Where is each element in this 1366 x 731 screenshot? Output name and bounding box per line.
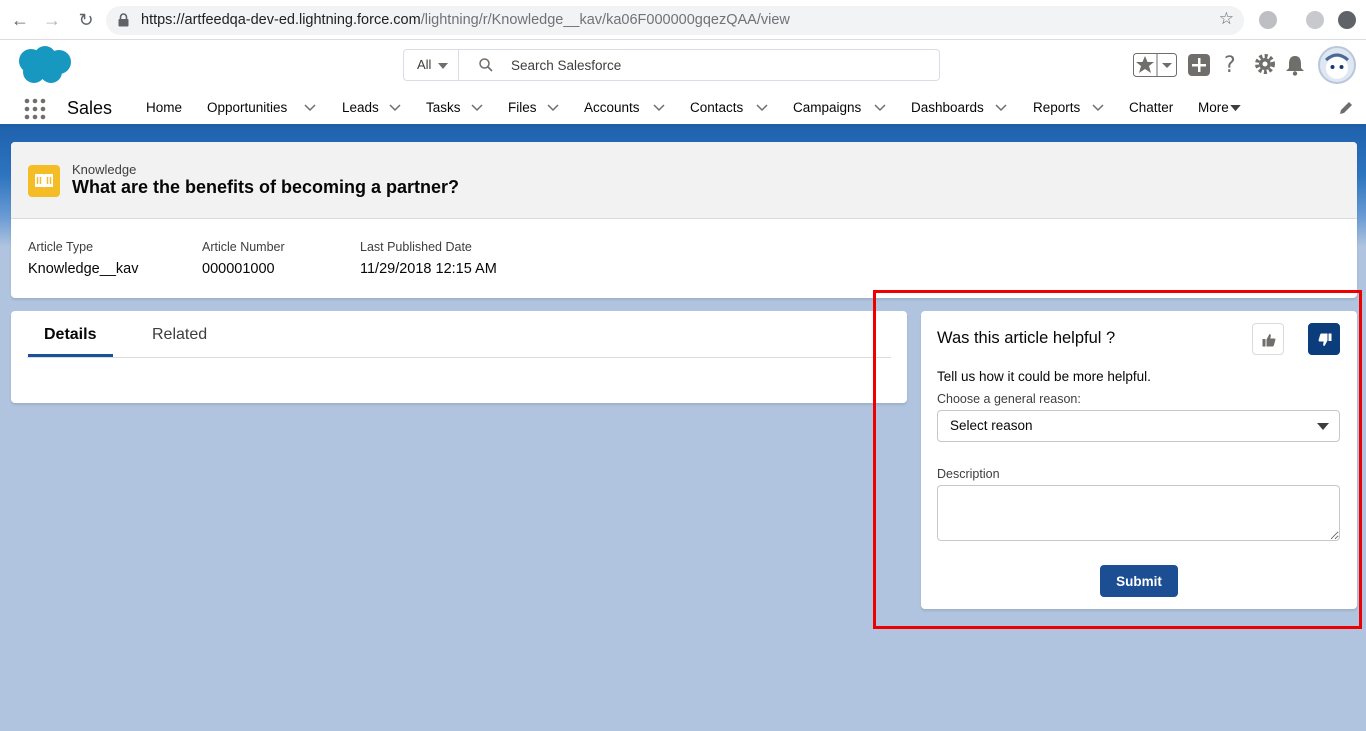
chevron-down-icon[interactable] [471,104,483,112]
global-actions-icon[interactable] [1188,54,1210,76]
astro-avatar-icon [1324,53,1350,79]
thumbs-up-button[interactable] [1252,323,1284,355]
salesforce-logo[interactable] [14,44,74,86]
nav-item-reports[interactable]: Reports [1033,100,1080,115]
reason-select[interactable]: Select reason [937,410,1340,442]
update-icon[interactable] [1338,11,1356,29]
favorites-icon[interactable] [1133,53,1177,77]
bookmark-star-icon[interactable]: ☆ [1219,9,1234,29]
reason-label: Choose a general reason: [937,392,1081,406]
nav-item-opportunities[interactable]: Opportunities [207,100,287,115]
lock-icon [118,13,129,27]
feedback-title: Was this article helpful ? [937,329,1116,347]
app-navigation: Sales Home Opportunities Leads Tasks Fil… [0,90,1366,127]
last-published-date-value: 11/29/2018 12:15 AM [360,261,497,277]
chevron-down-icon[interactable] [756,104,768,112]
thumbs-down-button[interactable] [1308,323,1340,355]
nav-item-tasks[interactable]: Tasks [426,100,461,115]
caret-down-icon [1317,423,1329,430]
description-label: Description [937,467,1000,481]
chevron-down-icon [438,63,448,69]
app-launcher-icon[interactable] [24,98,46,120]
chevron-down-icon[interactable] [995,104,1007,112]
chevron-down-icon[interactable] [1092,104,1104,112]
feedback-subtitle: Tell us how it could be more helpful. [937,369,1151,384]
object-type-label: Knowledge [72,162,137,177]
nav-item-home[interactable]: Home [146,100,182,115]
reason-select-value: Select reason [950,418,1033,433]
drive-extension-icon[interactable] [1259,11,1277,29]
chevron-down-icon[interactable] [304,104,316,112]
setup-gear-icon[interactable] [1254,53,1276,75]
back-arrow-icon[interactable]: ← [8,8,32,32]
nav-item-chatter[interactable]: Chatter [1129,100,1173,115]
url-path: /lightning/r/Knowledge__kav/ka06F000000g… [420,12,790,28]
svg-text:?: ? [1224,53,1236,76]
book-icon [35,174,53,188]
article-type-value: Knowledge__kav [28,261,139,277]
thumbs-up-icon [1262,334,1276,347]
record-header-card: Knowledge What are the benefits of becom… [11,142,1357,298]
help-icon[interactable]: ? [1223,52,1239,76]
search-scope-select[interactable]: All [403,49,459,81]
forward-arrow-icon[interactable]: → [40,8,64,32]
chevron-down-icon[interactable] [874,104,886,112]
reload-icon[interactable]: ↻ [74,8,98,32]
knowledge-icon [28,165,60,197]
nav-item-files[interactable]: Files [508,100,537,115]
record-highlights: Knowledge What are the benefits of becom… [11,142,1357,219]
nav-item-dashboards[interactable]: Dashboards [911,100,984,115]
caret-down-icon[interactable] [1230,105,1241,112]
submit-button[interactable]: Submit [1100,565,1178,597]
nav-item-more[interactable]: More [1198,100,1229,115]
tab-related[interactable]: Related [152,326,207,344]
chevron-down-icon[interactable] [653,104,665,112]
notifications-bell-icon[interactable] [1285,54,1305,76]
description-textarea[interactable] [937,485,1340,541]
article-type-label: Article Type [28,240,94,254]
tab-divider [27,357,891,358]
article-feedback-card: Was this article helpful ? Tell us how i… [921,311,1357,609]
nav-item-accounts[interactable]: Accounts [584,100,640,115]
thumbs-down-icon [1318,333,1332,346]
app-name: Sales [67,98,113,118]
edit-nav-pencil-icon[interactable] [1338,100,1354,116]
global-header: All Search Salesforce ? [0,40,1366,90]
article-number-label: Article Number [202,240,285,254]
chevron-down-icon[interactable] [389,104,401,112]
profile-icon[interactable] [1306,11,1324,29]
nav-item-contacts[interactable]: Contacts [690,100,743,115]
global-search-input[interactable]: Search Salesforce [458,49,940,81]
nav-item-campaigns[interactable]: Campaigns [793,100,861,115]
record-tabs-card: Details Related [11,311,907,403]
search-placeholder: Search Salesforce [511,58,622,73]
url-text: https://artfeedqa-dev-ed.lightning.force… [141,12,790,28]
address-bar[interactable]: https://artfeedqa-dev-ed.lightning.force… [106,6,1244,35]
active-tab-indicator [28,354,113,357]
nav-item-leads[interactable]: Leads [342,100,379,115]
browser-toolbar: ← → ↻ https://artfeedqa-dev-ed.lightning… [0,0,1366,40]
search-icon [479,58,493,72]
chevron-down-icon[interactable] [547,104,559,112]
article-number-value: 000001000 [202,261,275,277]
url-host: https://artfeedqa-dev-ed.lightning.force… [141,12,421,28]
tab-details[interactable]: Details [44,326,96,344]
last-published-date-label: Last Published Date [360,240,472,254]
user-avatar[interactable] [1318,46,1356,84]
search-scope-label: All [417,57,432,72]
record-title: What are the benefits of becoming a part… [72,177,460,197]
